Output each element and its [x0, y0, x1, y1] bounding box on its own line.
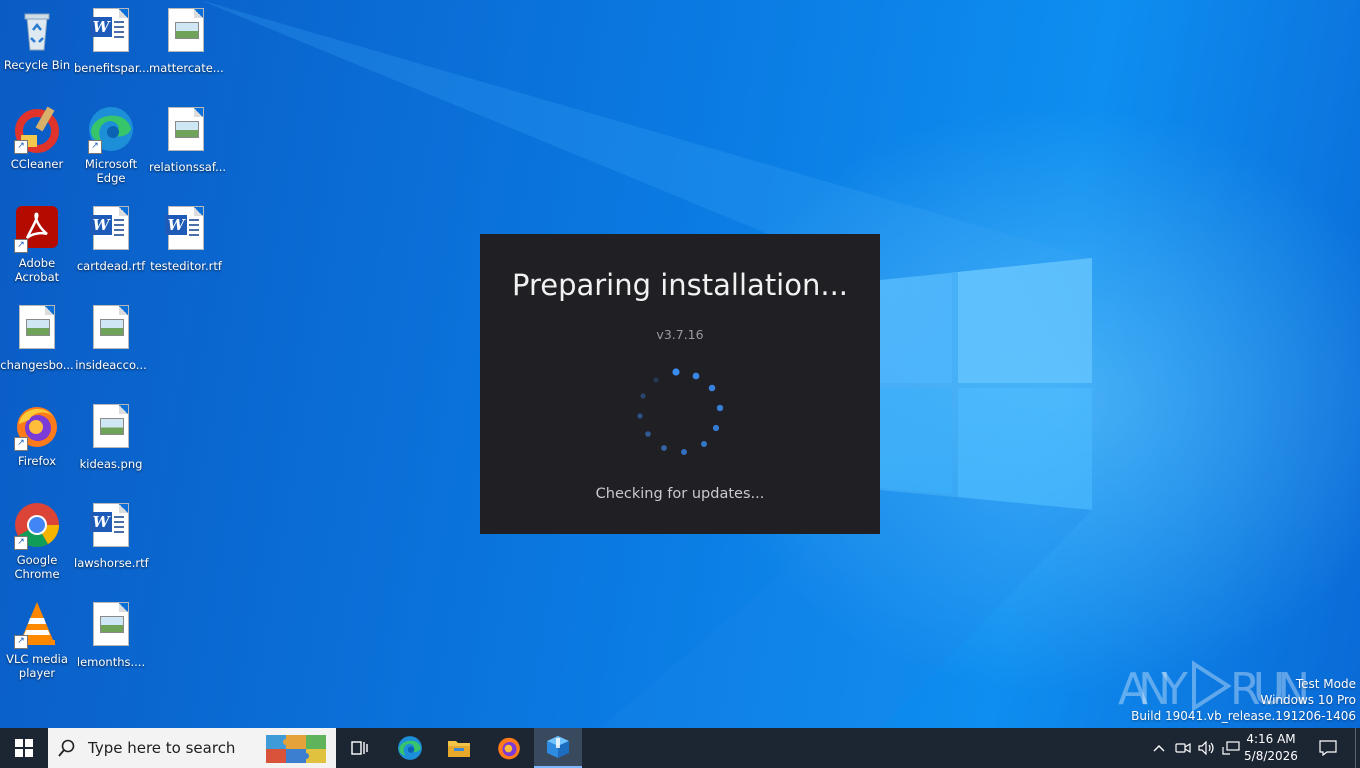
image-file-icon	[162, 108, 210, 156]
word-document-icon: W	[87, 504, 135, 552]
word-document-icon: W	[87, 9, 135, 57]
word-document-icon: W	[162, 207, 210, 255]
taskbar-file-explorer[interactable]	[435, 728, 483, 768]
desktop-icon-label: kideas.png	[79, 457, 143, 471]
desktop-icon-label: changesbo...	[0, 358, 74, 372]
start-button[interactable]	[0, 728, 48, 768]
desktop: Recycle Bin ↗ CCleaner ↗ Adobe Acrobat c…	[0, 0, 1360, 728]
image-file-icon	[87, 603, 135, 651]
desktop-icon-label: Firefox	[17, 454, 57, 468]
task-view-icon	[351, 741, 368, 755]
desktop-icon-label: insideacco...	[75, 358, 147, 372]
desktop-icon-testeditor[interactable]: W testeditor.rtf	[149, 204, 223, 273]
file-explorer-icon	[448, 741, 470, 757]
desktop-icon-label: benefitspar...	[74, 61, 150, 75]
desktop-icon-microsoft-edge[interactable]: ↗ Microsoft Edge	[74, 105, 148, 185]
task-view-button[interactable]	[336, 728, 384, 768]
desktop-icon-changesbo[interactable]: changesbo...	[0, 303, 74, 372]
taskbar-installer-app[interactable]	[534, 728, 582, 768]
desktop-icon-label: relationssaf...	[149, 160, 227, 174]
search-icon	[58, 739, 75, 757]
installer-window[interactable]: Preparing installation... v3.7.16 Checki…	[480, 234, 880, 534]
desktop-icon-firefox[interactable]: ↗ Firefox	[0, 402, 74, 468]
firefox-icon	[498, 737, 520, 760]
clock-date: 5/8/2026	[1244, 749, 1298, 763]
ccleaner-icon: ↗	[13, 105, 61, 154]
taskbar: Type here to search	[0, 728, 1360, 768]
action-center-button[interactable]	[1310, 728, 1346, 768]
show-desktop-button[interactable]	[1355, 728, 1356, 768]
desktop-icon-label: lawshorse.rtf	[74, 556, 149, 570]
desktop-icon-label: Microsoft Edge	[84, 157, 138, 185]
chrome-icon: ↗	[13, 501, 61, 550]
desktop-icon-label: mattercate...	[149, 61, 224, 75]
shortcut-arrow-icon: ↗	[14, 536, 28, 550]
installer-title: Preparing installation...	[511, 268, 849, 302]
search-highlight-puzzle-icon	[266, 735, 326, 763]
desktop-icon-vlc[interactable]: ↗ VLC media player	[0, 600, 74, 680]
shortcut-arrow-icon: ↗	[14, 635, 28, 649]
edge-icon	[398, 736, 422, 760]
show-hidden-icons-button[interactable]	[1148, 728, 1170, 768]
taskbar-firefox[interactable]	[485, 728, 533, 768]
shortcut-arrow-icon: ↗	[14, 437, 28, 451]
shortcut-arrow-icon: ↗	[88, 140, 102, 154]
desktop-icon-lemonths[interactable]: lemonths....	[74, 600, 148, 669]
chevron-up-icon	[1153, 745, 1165, 752]
desktop-icon-label: cartdead.rtf	[76, 259, 146, 273]
clock-time: 4:16 AM	[1246, 732, 1296, 746]
image-file-icon	[87, 306, 135, 354]
shortcut-arrow-icon: ↗	[14, 140, 28, 154]
desktop-icon-label: CCleaner	[10, 157, 64, 171]
windows-logo-icon	[15, 739, 33, 757]
desktop-icon-lawshorse[interactable]: W lawshorse.rtf	[74, 501, 149, 570]
desktop-icon-label: Google Chrome	[14, 553, 60, 581]
watermark-line: Build 19041.vb_release.191206-1406	[1131, 709, 1356, 723]
notification-icon	[1319, 740, 1337, 756]
desktop-icon-label: VLC media player	[6, 652, 68, 680]
watermark-line: Test Mode	[1295, 677, 1356, 691]
windows-test-mode-watermark: Test Mode Windows 10 Pro Build 19041.vb_…	[1131, 676, 1356, 724]
installer-package-icon	[547, 736, 569, 758]
desktop-icon-label: Recycle Bin	[3, 58, 71, 72]
tray-meet-now[interactable]	[1172, 728, 1194, 768]
desktop-icon-google-chrome[interactable]: ↗ Google Chrome	[0, 501, 74, 581]
loading-spinner-icon	[637, 368, 724, 455]
desktop-icon-ccleaner[interactable]: ↗ CCleaner	[0, 105, 74, 171]
desktop-icon-cartdead[interactable]: W cartdead.rtf	[74, 204, 148, 273]
volume-icon	[1198, 741, 1214, 755]
tray-volume[interactable]	[1196, 728, 1218, 768]
firefox-icon: ↗	[13, 402, 61, 451]
edge-icon: ↗	[87, 105, 135, 154]
desktop-icon-adobe-acrobat[interactable]: ↗ Adobe Acrobat	[0, 204, 74, 284]
desktop-icon-kideas[interactable]: kideas.png	[74, 402, 148, 471]
taskbar-edge[interactable]	[386, 728, 434, 768]
taskbar-clock[interactable]: 4:16 AM 5/8/2026	[1236, 731, 1306, 765]
adobe-acrobat-icon: ↗	[13, 204, 61, 253]
taskbar-search-box[interactable]: Type here to search	[48, 728, 336, 768]
desktop-icon-benefitspar[interactable]: W benefitspar...	[74, 6, 150, 75]
desktop-icon-label: lemonths....	[76, 655, 146, 669]
desktop-icon-mattercate[interactable]: mattercate...	[149, 6, 224, 75]
shortcut-arrow-icon: ↗	[14, 239, 28, 253]
image-file-icon	[13, 306, 61, 354]
installer-version: v3.7.16	[656, 327, 704, 342]
desktop-icon-recycle-bin[interactable]: Recycle Bin	[0, 6, 74, 72]
search-placeholder: Type here to search	[88, 739, 236, 757]
desktop-icon-label: Adobe Acrobat	[14, 256, 60, 284]
image-file-icon	[87, 405, 135, 453]
meet-camera-icon	[1175, 742, 1191, 754]
installer-status: Checking for updates...	[595, 486, 765, 502]
vlc-icon: ↗	[13, 600, 61, 649]
watermark-line: Windows 10 Pro	[1260, 693, 1356, 707]
word-document-icon: W	[87, 207, 135, 255]
desktop-icon-label: testeditor.rtf	[150, 259, 222, 273]
desktop-icon-insideacco[interactable]: insideacco...	[74, 303, 148, 372]
desktop-icon-relationssaf[interactable]: relationssaf...	[149, 105, 227, 174]
image-file-icon	[162, 9, 210, 57]
recycle-bin-icon	[13, 6, 61, 54]
